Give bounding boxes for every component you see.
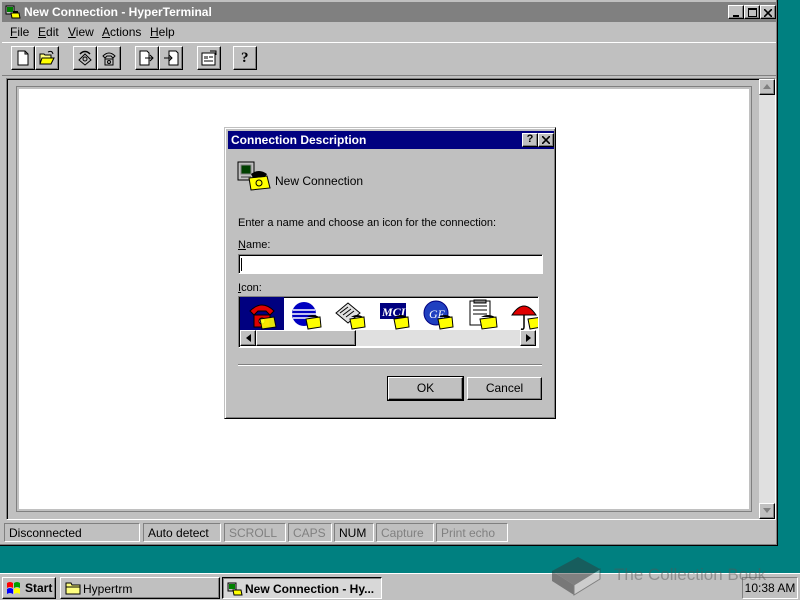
properties-button[interactable] bbox=[197, 46, 221, 70]
new-document-icon bbox=[17, 50, 29, 66]
hyperterminal-task-icon bbox=[227, 582, 243, 596]
menu-file[interactable]: File bbox=[10, 25, 29, 39]
notepad-phone-icon bbox=[469, 299, 498, 330]
menu-help[interactable]: Help bbox=[150, 25, 175, 39]
windows-logo-icon bbox=[7, 582, 20, 594]
menu-actions[interactable]: Actions bbox=[102, 25, 141, 39]
window-title: New Connection - HyperTerminal bbox=[24, 5, 212, 19]
new-document-button[interactable] bbox=[11, 46, 35, 70]
close-icon bbox=[541, 135, 551, 145]
status-num: NUM bbox=[334, 523, 374, 542]
text-caret bbox=[241, 258, 242, 271]
dialog-close-button[interactable] bbox=[538, 133, 554, 147]
scroll-up-button[interactable] bbox=[759, 79, 775, 95]
status-caps: CAPS bbox=[288, 523, 332, 542]
toolbar: ? bbox=[2, 42, 776, 76]
status-connection: Disconnected bbox=[4, 523, 140, 542]
send-file-button[interactable] bbox=[135, 46, 159, 70]
dialog-titlebar[interactable]: Connection Description ? bbox=[228, 131, 554, 149]
cancel-button[interactable]: Cancel bbox=[467, 377, 542, 400]
watermark-text: The Collection Book bbox=[614, 565, 767, 584]
task-new-connection[interactable]: New Connection - Hy... bbox=[222, 577, 382, 599]
menu-edit[interactable]: Edit bbox=[38, 25, 59, 39]
instruction-text: Enter a name and choose an icon for the … bbox=[238, 217, 497, 229]
scroll-left-button[interactable] bbox=[240, 330, 256, 346]
start-label: Start bbox=[25, 581, 53, 595]
icon-option-red-phone[interactable] bbox=[240, 297, 284, 333]
status-detect: Auto detect bbox=[143, 523, 221, 542]
name-input[interactable] bbox=[238, 254, 543, 274]
icon-list[interactable]: MCI GE bbox=[238, 296, 539, 348]
minimize-button[interactable] bbox=[728, 5, 744, 19]
status-capture: Capture bbox=[376, 523, 434, 542]
open-button[interactable] bbox=[35, 46, 59, 70]
scroll-thumb[interactable] bbox=[256, 330, 356, 346]
dialog-divider bbox=[238, 364, 542, 366]
connection-description-dialog: Connection Description ? New Connection … bbox=[224, 127, 556, 419]
start-button[interactable]: Start bbox=[2, 577, 56, 599]
close-button[interactable] bbox=[760, 5, 776, 19]
menu-view[interactable]: View bbox=[68, 25, 94, 39]
arrow-up-icon bbox=[763, 84, 771, 89]
icon-option-globe[interactable] bbox=[284, 297, 328, 333]
maximize-button[interactable] bbox=[744, 5, 760, 19]
help-icon: ? bbox=[241, 50, 249, 66]
icon-list-scrollbar[interactable] bbox=[240, 330, 536, 346]
vertical-scrollbar[interactable] bbox=[759, 79, 775, 519]
dialog-title: Connection Description bbox=[231, 133, 367, 147]
disconnect-phone-icon bbox=[102, 52, 116, 66]
dialog-help-button[interactable]: ? bbox=[522, 133, 538, 147]
arrow-right-icon bbox=[525, 334, 531, 342]
arrow-left-icon bbox=[245, 334, 251, 342]
watermark: The Collection Book bbox=[548, 551, 788, 597]
mci-phone-icon: MCI bbox=[380, 303, 410, 330]
icon-option-phone-rack[interactable] bbox=[328, 297, 372, 333]
red-phone-icon bbox=[249, 304, 277, 330]
ok-button[interactable]: OK bbox=[387, 376, 464, 401]
hyperterminal-app-icon bbox=[5, 5, 21, 19]
name-label: Name: bbox=[238, 239, 271, 251]
window-titlebar[interactable]: New Connection - HyperTerminal bbox=[2, 2, 776, 22]
globe-phone-icon bbox=[292, 302, 322, 330]
properties-icon bbox=[201, 50, 217, 66]
status-print-echo: Print echo bbox=[436, 523, 508, 542]
folder-icon bbox=[65, 582, 81, 595]
scroll-down-button[interactable] bbox=[759, 503, 775, 519]
open-folder-icon bbox=[39, 50, 55, 65]
connect-phone-icon bbox=[78, 50, 92, 66]
icon-option-umbrella[interactable] bbox=[504, 297, 538, 333]
disconnect-button[interactable] bbox=[97, 46, 121, 70]
task-hypertrm[interactable]: Hypertrm bbox=[60, 577, 220, 599]
ge-phone-icon: GE bbox=[423, 300, 454, 330]
umbrella-phone-icon bbox=[511, 305, 538, 330]
book-icon bbox=[552, 557, 601, 596]
dialog-header: New Connection bbox=[275, 174, 364, 188]
send-file-icon bbox=[139, 50, 154, 66]
receive-file-icon bbox=[164, 50, 179, 66]
task-label: New Connection - Hy... bbox=[245, 582, 375, 596]
task-label: Hypertrm bbox=[83, 582, 133, 596]
new-connection-icon bbox=[237, 161, 271, 191]
arrow-down-icon bbox=[763, 508, 771, 513]
icon-option-mci[interactable]: MCI bbox=[372, 297, 416, 333]
scroll-right-button[interactable] bbox=[520, 330, 536, 346]
connect-button[interactable] bbox=[73, 46, 97, 70]
icon-option-notepad[interactable] bbox=[460, 297, 504, 333]
question-icon: ? bbox=[526, 133, 534, 145]
status-scroll: SCROLL bbox=[224, 523, 286, 542]
icon-label: Icon: bbox=[238, 282, 262, 294]
icon-option-ge[interactable]: GE bbox=[416, 297, 460, 333]
status-bar: Disconnected Auto detect SCROLL CAPS NUM… bbox=[4, 523, 774, 542]
help-button[interactable]: ? bbox=[233, 46, 257, 70]
phone-rack-icon bbox=[335, 302, 366, 330]
receive-file-button[interactable] bbox=[159, 46, 183, 70]
